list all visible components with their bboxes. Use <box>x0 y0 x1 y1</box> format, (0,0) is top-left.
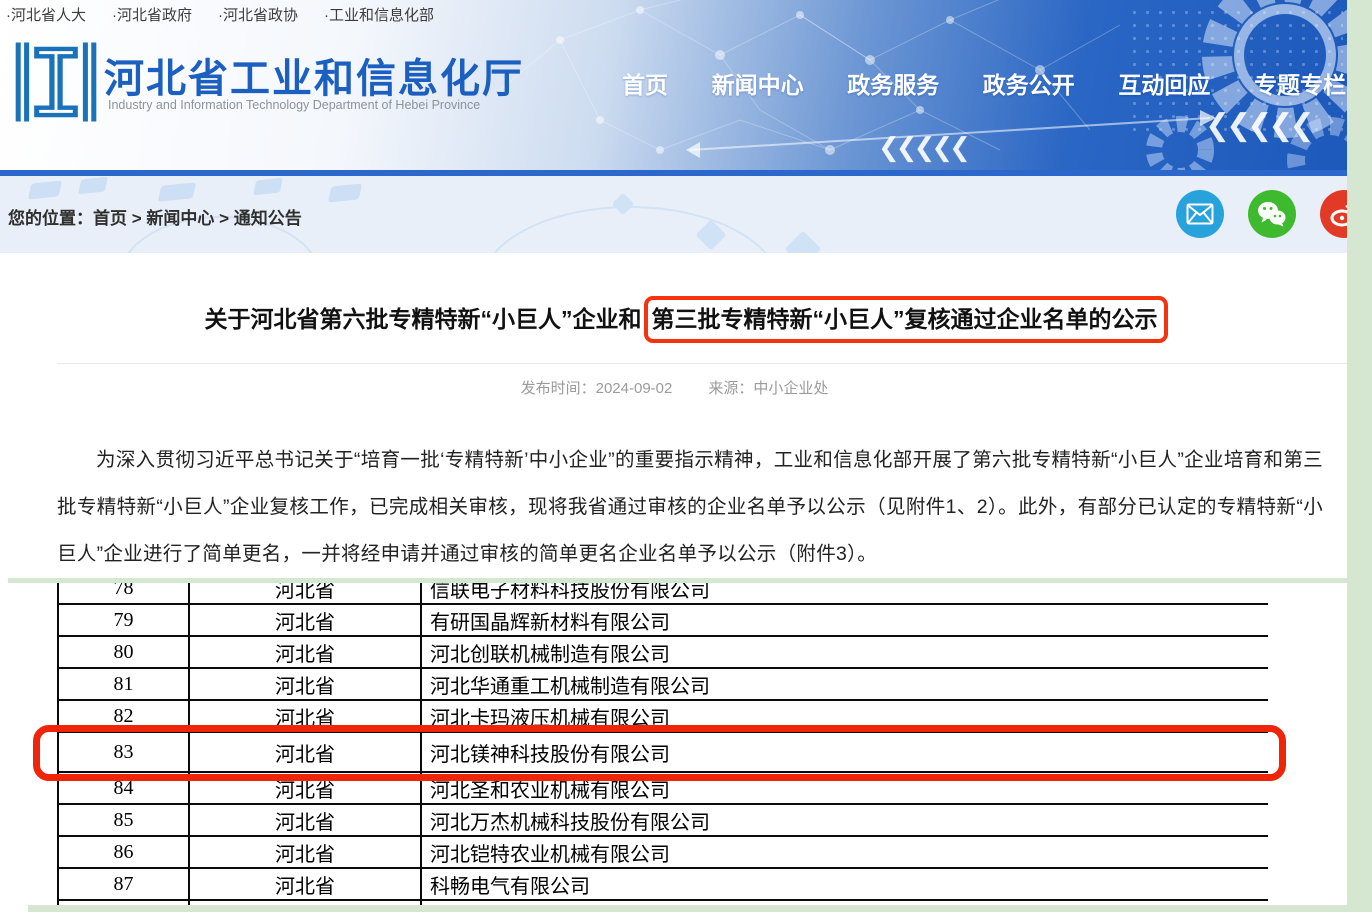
table-row: 83 河北省 河北镁神科技股份有限公司 <box>58 732 1268 772</box>
company-name-cell: 有研国晶辉新材料有限公司 <box>421 604 1268 636</box>
green-divider-bottom <box>28 905 1372 912</box>
nav-item[interactable]: 首页 <box>622 66 668 100</box>
article-title-part1: 关于河北省第六批专精特新“小巨人”企业和 <box>205 306 642 332</box>
row-number-cell: 86 <box>58 836 189 868</box>
header-underline <box>0 170 1372 176</box>
breadcrumb[interactable]: 您的位置：首页 > 新闻中心 > 通知公告 <box>8 204 302 229</box>
site-title: 河北省工业和信息化厅 <box>104 46 524 104</box>
province-cell: 河北省 <box>189 604 421 636</box>
row-number-cell: 78 <box>58 583 189 604</box>
province-cell: 河北省 <box>189 772 421 804</box>
province-cell: 河北省 <box>189 836 421 868</box>
province-cell: 河北省 <box>189 668 421 700</box>
company-name-cell: 河北镁神科技股份有限公司 <box>421 732 1268 772</box>
table-row: 82 河北省 河北卡玛液压机械有限公司 <box>58 700 1268 732</box>
nav-item[interactable]: 专题专栏 <box>1254 66 1346 100</box>
table-row: 87 河北省 科畅电气有限公司 <box>58 868 1268 900</box>
province-cell: 河北省 <box>189 583 421 604</box>
province-cell: 河北省 <box>189 804 421 836</box>
nav-item[interactable]: 政务服务 <box>847 66 939 100</box>
mail-icon[interactable] <box>1176 190 1224 238</box>
site-logo-icon <box>14 40 98 124</box>
company-table-section: 78 河北省 信联电子材料科技股份有限公司 79 河北省 有研国晶辉新材料有限公… <box>0 578 1372 912</box>
table-row: 80 河北省 河北创联机械制造有限公司 <box>58 636 1268 668</box>
company-name-cell: 河北创联机械制造有限公司 <box>421 636 1268 668</box>
row-number-cell: 81 <box>58 668 189 700</box>
row-number-cell: 85 <box>58 804 189 836</box>
article-title: 关于河北省第六批专精特新“小巨人”企业和第三批专精特新“小巨人”复核通过企业名单… <box>30 300 1342 334</box>
row-number-cell: 83 <box>58 732 189 772</box>
row-number-cell: 87 <box>58 868 189 900</box>
nav-item[interactable]: 政务公开 <box>983 66 1075 100</box>
topbar-link[interactable]: ·河北省政府 <box>112 4 192 28</box>
table-row: 84 河北省 河北圣和农业机械有限公司 <box>58 772 1268 804</box>
table-row: 79 河北省 有研国晶辉新材料有限公司 <box>58 604 1268 636</box>
main-nav: 首页 新闻中心 政务服务 政务公开 互动回应 专题专栏 <box>622 66 1346 100</box>
social-icons <box>1176 190 1372 238</box>
row-number-cell: 82 <box>58 700 189 732</box>
wechat-icon[interactable] <box>1248 190 1296 238</box>
company-name-cell: 河北铠特农业机械有限公司 <box>421 836 1268 868</box>
company-name-cell: 河北卡玛液压机械有限公司 <box>421 700 1268 732</box>
province-cell: 河北省 <box>189 636 421 668</box>
company-name-cell: 河北万杰机械科技股份有限公司 <box>421 804 1268 836</box>
table-row: 86 河北省 河北铠特农业机械有限公司 <box>58 836 1268 868</box>
nav-item[interactable]: 互动回应 <box>1118 66 1210 100</box>
table-row: 81 河北省 河北华通重工机械制造有限公司 <box>58 668 1268 700</box>
topbar-link[interactable]: ·河北省政协 <box>218 4 298 28</box>
company-name-cell: 科畅电气有限公司 <box>421 868 1268 900</box>
nav-item[interactable]: 新闻中心 <box>712 66 804 100</box>
table-row: 85 河北省 河北万杰机械科技股份有限公司 <box>58 804 1268 836</box>
company-table-body: 78 河北省 信联电子材料科技股份有限公司 79 河北省 有研国晶辉新材料有限公… <box>58 583 1268 900</box>
row-number-cell: 80 <box>58 636 189 668</box>
publish-label: 发布时间： <box>521 380 596 397</box>
topbar-links: ·河北省人大 ·河北省政府 ·河北省政协 ·工业和信息化部 <box>6 4 434 28</box>
article-body: 为深入贯彻习近平总书记关于“培育一批‘专精特新’中小企业”的重要指示精神，工业和… <box>57 437 1323 578</box>
topbar-link[interactable]: ·工业和信息化部 <box>324 4 434 28</box>
chevron-decoration: ❮❮❮❮❮ <box>878 132 967 163</box>
province-cell: 河北省 <box>189 732 421 772</box>
company-table: 78 河北省 信联电子材料科技股份有限公司 79 河北省 有研国晶辉新材料有限公… <box>57 583 1268 905</box>
table-viewport: 78 河北省 信联电子材料科技股份有限公司 79 河北省 有研国晶辉新材料有限公… <box>57 583 1268 905</box>
source-value: 中小企业处 <box>753 380 828 397</box>
province-cell: 河北省 <box>189 700 421 732</box>
company-name-cell: 信联电子材料科技股份有限公司 <box>421 583 1268 604</box>
article-meta: 发布时间：2024-09-02 来源：中小企业处 <box>57 377 1292 398</box>
table-row: 78 河北省 信联电子材料科技股份有限公司 <box>58 583 1268 604</box>
breadcrumb-band: 您的位置：首页 > 新闻中心 > 通知公告 <box>0 176 1372 253</box>
title-divider <box>57 363 1347 364</box>
article-title-highlight-redbox: 第三批专精特新“小巨人”复核通过企业名单的公示 <box>644 296 1168 343</box>
site-header: ❮❮❮❮❮ ❮❮❮❮❮ ·河北省人大 ·河北省政府 ·河北省政协 ·工业和信息化部 河… <box>0 0 1372 170</box>
green-frame-right <box>1347 0 1372 912</box>
company-name-cell: 河北圣和农业机械有限公司 <box>421 772 1268 804</box>
chevron-decoration: ❮❮❮❮❮ <box>1205 108 1311 143</box>
row-number-cell: 84 <box>58 772 189 804</box>
site-title-english: Industry and Information Technology Depa… <box>108 98 480 112</box>
company-name-cell: 河北华通重工机械制造有限公司 <box>421 668 1268 700</box>
page: ❮❮❮❮❮ ❮❮❮❮❮ ·河北省人大 ·河北省政府 ·河北省政协 ·工业和信息化部 河… <box>0 0 1372 912</box>
source-label: 来源： <box>708 380 753 397</box>
breadcrumb-label: 您的位置： <box>8 209 93 228</box>
topbar-link[interactable]: ·河北省人大 <box>6 4 86 28</box>
breadcrumb-path[interactable]: 首页 > 新闻中心 > 通知公告 <box>93 209 302 228</box>
row-number-cell: 79 <box>58 604 189 636</box>
province-cell: 河北省 <box>189 868 421 900</box>
publish-date: 2024-09-02 <box>596 380 673 397</box>
